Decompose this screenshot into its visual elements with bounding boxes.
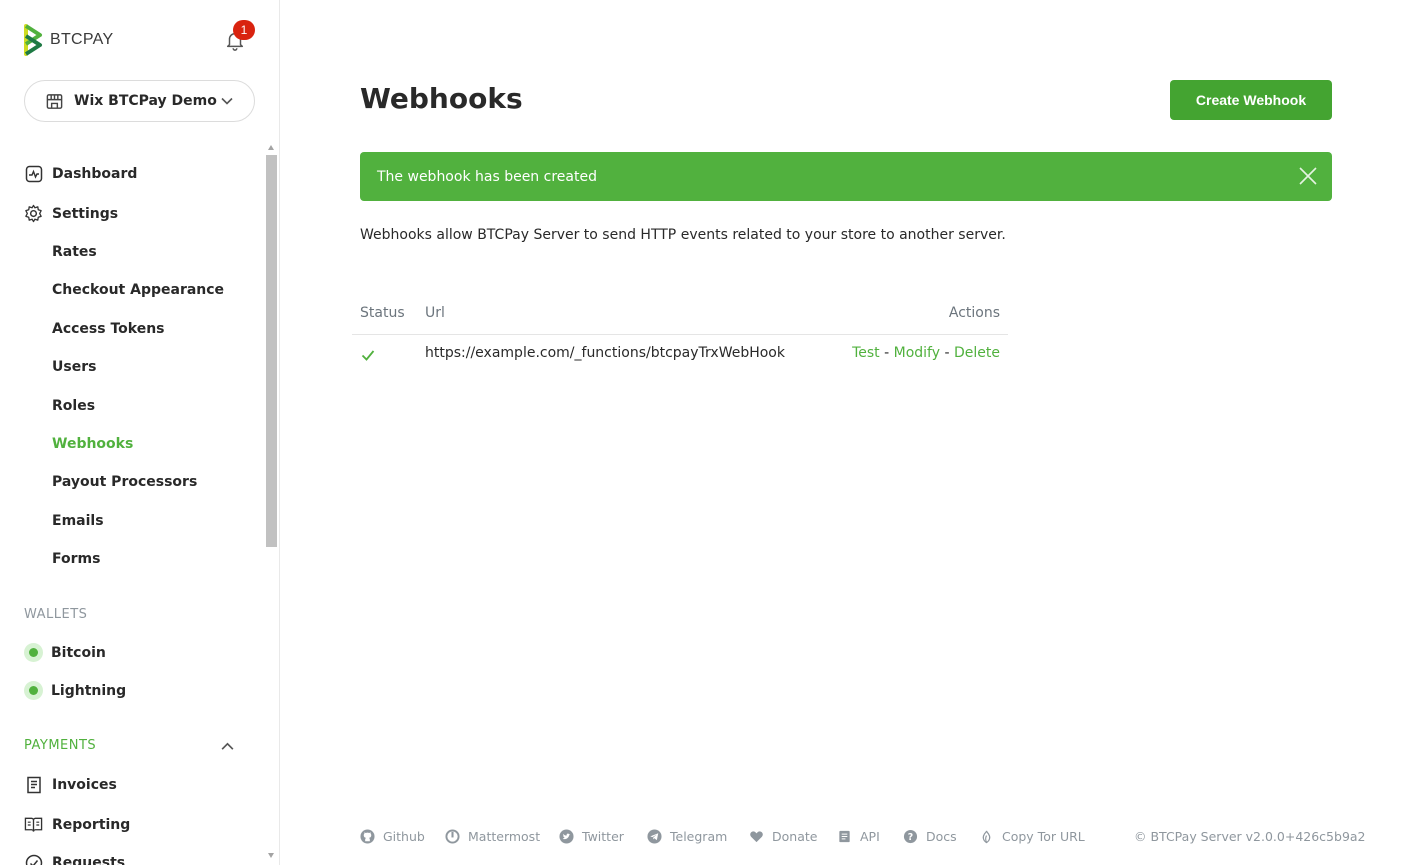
sidebar-item-checkout-appearance[interactable]: Checkout Appearance [52, 282, 224, 298]
payments-section-header[interactable]: PAYMENTS [24, 738, 96, 753]
sidebar-item-users[interactable]: Users [52, 359, 96, 375]
sidebar-item-forms[interactable]: Forms [52, 551, 100, 567]
store-icon [46, 93, 63, 109]
svg-text:?: ? [908, 832, 913, 843]
footer-telegram-link[interactable]: Telegram [647, 829, 727, 844]
sidebar-item-dashboard[interactable]: Dashboard [24, 164, 137, 183]
modify-link[interactable]: Modify [894, 345, 940, 361]
test-link[interactable]: Test [852, 345, 880, 361]
footer-link-label: Donate [772, 829, 818, 844]
footer-link-label: Telegram [670, 829, 728, 844]
footer-link-label: API [860, 829, 880, 844]
footer-mattermost-link[interactable]: Mattermost [445, 829, 540, 844]
sidebar-item-label: Requests [52, 854, 126, 865]
create-webhook-button[interactable]: Create Webhook [1170, 80, 1332, 120]
page-description: Webhooks allow BTCPay Server to send HTT… [360, 227, 1006, 243]
footer-donate-link[interactable]: Donate [749, 829, 817, 844]
store-selector[interactable]: Wix BTCPay Demo [24, 80, 255, 122]
footer-link-label: Mattermost [468, 829, 541, 844]
sidebar-item-label: Lightning [51, 682, 127, 699]
sidebar-item-settings[interactable]: Settings [24, 204, 118, 223]
footer-link-label: Twitter [582, 829, 624, 844]
chevron-up-icon[interactable] [220, 739, 235, 754]
status-dot-icon [24, 681, 43, 700]
sidebar-item-rates[interactable]: Rates [52, 244, 97, 260]
requests-icon [24, 853, 43, 865]
notification-badge: 1 [233, 20, 255, 40]
dashboard-icon [24, 164, 43, 183]
sidebar-item-bitcoin[interactable]: Bitcoin [24, 643, 106, 662]
webhook-actions: Test - Modify - Delete [852, 345, 1000, 361]
footer-twitter-link[interactable]: Twitter [559, 829, 624, 844]
telegram-icon [647, 829, 662, 844]
sidebar-item-label: Settings [52, 205, 119, 222]
chevron-down-icon [221, 97, 233, 105]
footer-link-label: Copy Tor URL [1002, 829, 1085, 844]
scroll-down-arrow[interactable] [268, 853, 274, 858]
heart-icon [750, 831, 763, 843]
action-separator: - [884, 345, 890, 361]
table-divider [352, 334, 1008, 335]
footer-docs-link[interactable]: ? Docs [903, 829, 957, 844]
footer-link-label: Github [383, 829, 425, 844]
sidebar-item-payout-processors[interactable]: Payout Processors [52, 474, 197, 490]
mattermost-icon [445, 829, 460, 844]
footer-copyright: © BTCPay Server v2.0.0+426c5b9a2 [1134, 829, 1366, 844]
sidebar-item-label: Dashboard [52, 165, 138, 182]
btcpay-logo-icon [24, 24, 42, 56]
sidebar-item-label: Invoices [52, 776, 117, 793]
alert-message: The webhook has been created [377, 168, 597, 185]
footer-copy-tor-url-link[interactable]: Copy Tor URL [979, 829, 1085, 844]
gear-icon [24, 204, 43, 223]
api-doc-icon [839, 830, 850, 843]
sidebar-item-requests[interactable]: Requests [24, 853, 125, 865]
help-icon: ? [903, 829, 918, 844]
scroll-up-arrow[interactable] [268, 145, 274, 150]
sidebar: BTCPAY 1 Wix BTCPay Demo Dashboard Setti… [0, 0, 280, 865]
footer-link-label: Docs [926, 829, 957, 844]
tor-onion-icon [982, 830, 991, 844]
brand-name: BTCPAY [50, 31, 114, 48]
action-separator: - [944, 345, 950, 361]
page-title: Webhooks [360, 82, 523, 115]
invoice-icon [24, 775, 43, 794]
webhook-url: https://example.com/_functions/btcpayTrx… [425, 345, 785, 361]
report-book-icon [24, 815, 43, 834]
check-icon [361, 350, 375, 361]
footer-api-link[interactable]: API [837, 829, 880, 844]
sidebar-item-lightning[interactable]: Lightning [24, 681, 126, 700]
twitter-icon [559, 829, 574, 844]
sidebar-item-label: Reporting [52, 816, 131, 833]
success-alert: The webhook has been created [360, 152, 1332, 201]
sidebar-item-roles[interactable]: Roles [52, 398, 95, 414]
column-header-status: Status [360, 305, 405, 321]
brand-logo[interactable]: BTCPAY [24, 24, 113, 56]
column-header-url: Url [425, 305, 445, 321]
close-icon[interactable] [1298, 166, 1318, 186]
sidebar-item-emails[interactable]: Emails [52, 513, 104, 529]
sidebar-scrollbar-thumb[interactable] [266, 155, 277, 547]
footer-github-link[interactable]: Github [360, 829, 425, 844]
sidebar-item-reporting[interactable]: Reporting [24, 815, 130, 834]
delete-link[interactable]: Delete [954, 345, 1000, 361]
github-icon [360, 829, 375, 844]
store-selector-label: Wix BTCPay Demo [74, 93, 217, 109]
column-header-actions: Actions [948, 305, 1000, 321]
status-dot-icon [24, 643, 43, 662]
sidebar-item-invoices[interactable]: Invoices [24, 775, 117, 794]
sidebar-item-access-tokens[interactable]: Access Tokens [52, 321, 165, 337]
sidebar-item-label: Bitcoin [51, 644, 106, 661]
wallets-section-header: WALLETS [24, 607, 88, 622]
sidebar-item-webhooks[interactable]: Webhooks [52, 436, 133, 452]
